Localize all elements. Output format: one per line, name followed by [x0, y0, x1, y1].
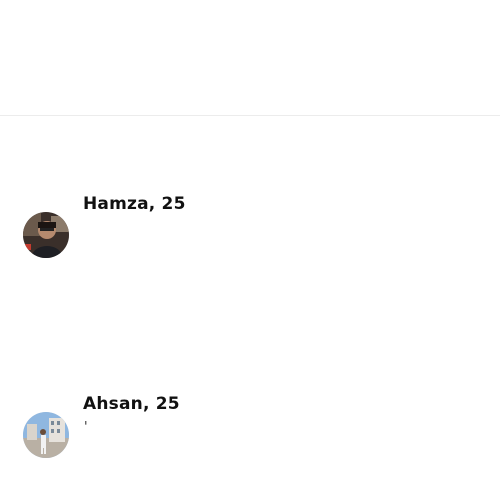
profile-photo-hamza-avatar[interactable] [23, 212, 69, 258]
header-divider [0, 115, 500, 116]
avatar-photo-icon [23, 212, 69, 258]
match-name: Ahsan, 25 [83, 394, 180, 414]
avatar-photo-icon [23, 412, 69, 458]
match-row-ahsan[interactable]: Ahsan, 25 ' [0, 390, 500, 480]
match-message-preview: ' [84, 420, 88, 435]
match-row-hamza[interactable]: Hamza, 25 [0, 190, 500, 280]
profile-photo-ahsan-avatar[interactable] [23, 412, 69, 458]
match-name: Hamza, 25 [83, 194, 186, 214]
top-bar [0, 0, 500, 115]
